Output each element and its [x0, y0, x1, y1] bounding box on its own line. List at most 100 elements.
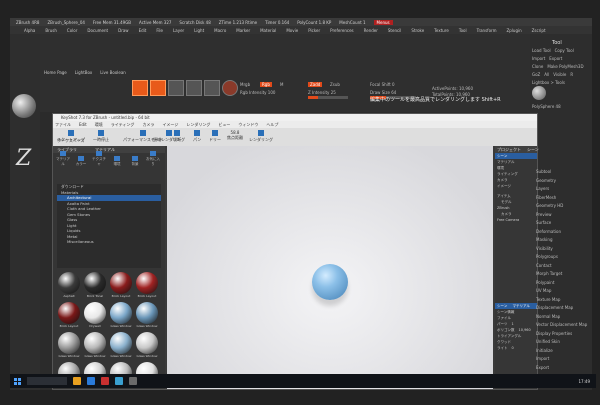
cut-button[interactable]: 切断 — [173, 130, 181, 143]
library-tab[interactable]: マテリアル — [55, 151, 71, 167]
move-tool-button[interactable] — [168, 80, 184, 96]
z-intensity-slider[interactable] — [308, 96, 348, 99]
subpalette-item[interactable]: Initialize — [536, 347, 587, 356]
subpalette-item[interactable]: Normal Map — [536, 313, 587, 322]
menu-item[interactable]: Transform — [477, 28, 497, 33]
library-tab[interactable]: お気に入り — [145, 151, 161, 167]
menu-item[interactable]: Material — [260, 28, 276, 33]
ks-menu-item[interactable]: 環境 — [95, 122, 103, 128]
library-tab[interactable]: テクスチャ — [91, 151, 107, 167]
menu-item[interactable]: Stroke — [411, 28, 424, 33]
dolly-button[interactable]: ドリー — [209, 130, 221, 143]
subpalette-item[interactable]: Displacement Map — [536, 304, 587, 313]
scene-tree-item[interactable]: Free Camera — [495, 217, 537, 223]
subpalette-item[interactable]: Geometry HD — [536, 202, 587, 211]
menu-item[interactable]: Edit — [139, 28, 147, 33]
subpalette-item[interactable]: Masking — [536, 236, 587, 245]
ks-menu-item[interactable]: カメラ — [142, 122, 154, 128]
subpalette-item[interactable]: Export — [536, 364, 587, 373]
subpalette-item[interactable]: Morph Target — [536, 270, 587, 279]
ks-menu-item[interactable]: レンダリング — [186, 122, 210, 128]
visible-button[interactable]: Visible — [553, 72, 566, 77]
material-swatch[interactable]: Glass Window — [83, 332, 107, 360]
material-swatch[interactable]: Glass Window — [135, 332, 159, 360]
file-explorer-icon[interactable] — [73, 377, 81, 385]
ks-menu-item[interactable]: ヘルプ — [266, 122, 278, 128]
subpalette-item[interactable]: Deformation — [536, 228, 587, 237]
subpalette-item[interactable]: Vector Displacement Map — [536, 321, 587, 330]
subpalette-item[interactable]: Layers — [536, 185, 587, 194]
menu-item[interactable]: Document — [87, 28, 108, 33]
subpalette-item[interactable]: Polypaint — [536, 279, 587, 288]
material-sphere-icon[interactable] — [12, 94, 36, 118]
subpalette-item[interactable]: Polygroups — [536, 253, 587, 262]
subpalette-item[interactable]: Subtool — [536, 168, 587, 177]
ks-menu-item[interactable]: ビュー — [218, 122, 230, 128]
lightbox-button[interactable]: LightBox — [75, 70, 92, 75]
zbrush-taskbar-icon[interactable] — [101, 377, 109, 385]
ks-menu-item[interactable]: ファイル — [55, 122, 71, 128]
scale-tool-button[interactable] — [186, 80, 202, 96]
material-swatch[interactable]: Brick Tonal — [83, 272, 107, 300]
make-polymesh-button[interactable]: Make PolyMesh3D — [547, 64, 583, 69]
material-swatch[interactable]: Drywall — [83, 302, 107, 330]
all-button[interactable]: All — [544, 72, 549, 77]
menu-item[interactable]: Marker — [236, 28, 250, 33]
import-button[interactable]: Import — [532, 56, 545, 61]
focal-length-button[interactable]: 58.8 焦点距離 — [227, 130, 243, 141]
zadd-toggle[interactable]: Zadd — [308, 82, 323, 87]
material-swatch[interactable]: Brick Layout — [57, 302, 81, 330]
subpalette-item[interactable]: Visibility — [536, 245, 587, 254]
menu-item[interactable]: Tool — [459, 28, 467, 33]
menu-item[interactable]: Color — [67, 28, 77, 33]
rendered-sphere[interactable] — [312, 264, 348, 300]
subpalette-item[interactable]: Unified Skin — [536, 338, 587, 347]
menu-item[interactable]: Layer — [173, 28, 184, 33]
export-button[interactable]: Export — [549, 56, 562, 61]
subpalette-item[interactable]: Texture Map — [536, 296, 587, 305]
menu-item[interactable]: Macro — [214, 28, 226, 33]
library-tab[interactable]: 背景 — [127, 156, 143, 167]
rgb-toggle[interactable]: Rgb — [260, 82, 272, 87]
pan-button[interactable]: パン — [193, 130, 201, 143]
ks-menu-item[interactable]: Edit — [79, 122, 87, 127]
color-swatch[interactable] — [222, 80, 238, 96]
menu-item[interactable]: Render — [364, 28, 378, 33]
ks-menu-item[interactable]: イメージ — [162, 122, 178, 128]
material-swatch[interactable]: Brick Layout — [135, 272, 159, 300]
edit-tool-button[interactable] — [132, 80, 148, 96]
menu-item[interactable]: Picker — [308, 28, 320, 33]
subpalette-item[interactable]: Geometry — [536, 177, 587, 186]
keyshot-taskbar-icon[interactable] — [115, 377, 123, 385]
focal-shift-label[interactable]: Focal Shift 0 — [370, 82, 395, 87]
menu-item[interactable]: Texture — [434, 28, 449, 33]
menu-item[interactable]: Alpha — [24, 28, 35, 33]
menu-item[interactable]: Light — [194, 28, 204, 33]
menu-item[interactable]: Draw — [118, 28, 128, 33]
project-tab[interactable]: イメージ — [495, 183, 537, 189]
menus-badge[interactable]: Menus — [373, 19, 393, 25]
library-tab[interactable]: 環境 — [109, 156, 125, 167]
m-toggle[interactable]: M — [280, 82, 283, 87]
rotate-tool-button[interactable] — [204, 80, 220, 96]
material-swatch[interactable]: Brick Layout — [109, 272, 133, 300]
copy-tool-button[interactable]: Copy Tool — [555, 48, 574, 53]
windows-start-icon[interactable] — [14, 377, 21, 385]
z-intensity-label[interactable]: Z Intensity 25 — [308, 90, 336, 95]
tree-item[interactable]: Miscellaneous — [57, 239, 161, 245]
material-swatch[interactable]: Asphalt — [57, 272, 81, 300]
rgb-intensity-label[interactable]: Rgb Intensity 100 — [240, 90, 275, 95]
material-swatch[interactable]: Glass Window — [135, 302, 159, 330]
material-swatch[interactable]: Glass Window — [109, 332, 133, 360]
pause-button[interactable]: 一時停止 — [93, 130, 109, 143]
live-boolean-button[interactable]: Live Boolean — [100, 70, 126, 75]
mrgb-label[interactable]: Mrgb — [240, 82, 250, 87]
subpalette-item[interactable]: FiberMesh — [536, 194, 587, 203]
menu-item[interactable]: Zplugin — [507, 28, 522, 33]
scene-tab[interactable]: シーン — [497, 304, 507, 308]
draw-size-label[interactable]: Draw Size 64 — [370, 90, 396, 95]
load-tool-button[interactable]: Load Tool — [532, 48, 551, 53]
app-taskbar-icon[interactable] — [129, 377, 137, 385]
home-page-button[interactable]: Home Page — [44, 70, 67, 75]
menu-item[interactable]: Zscript — [532, 28, 546, 33]
